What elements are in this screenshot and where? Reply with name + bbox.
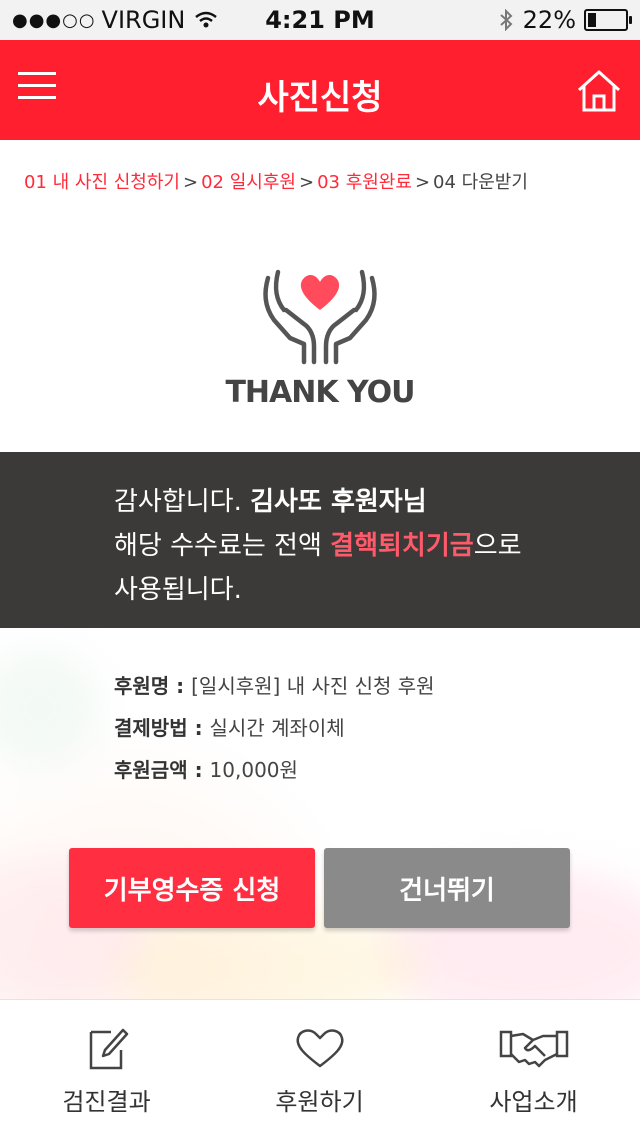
edit-document-icon xyxy=(89,1028,128,1070)
donation-amount-value: 10,000원 xyxy=(209,758,298,782)
bottom-tab-bar: 검진결과 후원하기 사업소개 xyxy=(0,999,640,1136)
message-line-3: 사용됩니다. xyxy=(114,575,242,605)
tab-label: 사업소개 xyxy=(489,1088,578,1116)
breadcrumb-step-1: 01 내 사진 신청하기 xyxy=(24,172,180,193)
donation-info: 후원명 : [일시후원] 내 사진 신청 후원 결제방법 : 실시간 계좌이체 … xyxy=(114,670,435,796)
status-bar: ●●●○○ VIRGIN 4:21 PM 22% xyxy=(0,0,640,40)
breadcrumb: 01 내 사진 신청하기 >02 일시후원 >03 후원완료 >04 다운받기 xyxy=(24,168,616,194)
skip-button[interactable]: 건너뛰기 xyxy=(324,848,570,928)
message-line-2: 해당 수수료는 전액 결핵퇴치기금으로 xyxy=(114,531,522,561)
breadcrumb-step-2: 02 일시후원 xyxy=(201,172,296,193)
hands-heart-icon xyxy=(263,269,377,365)
thank-you-text: THANK YOU xyxy=(225,375,415,410)
breadcrumb-step-4: 04 다운받기 xyxy=(433,172,528,193)
tab-donate[interactable]: 후원하기 xyxy=(213,1000,426,1136)
tab-label: 검진결과 xyxy=(62,1088,151,1116)
donation-name-row: 후원명 : [일시후원] 내 사진 신청 후원 xyxy=(114,674,435,698)
receipt-request-button[interactable]: 기부영수증 신청 xyxy=(69,848,315,928)
thank-you-message: 감사합니다. 김사또 후원자님 해당 수수료는 전액 결핵퇴치기금으로 사용됩니… xyxy=(0,452,640,628)
donation-name-value: [일시후원] 내 사진 신청 후원 xyxy=(191,674,435,698)
donation-amount-row: 후원금액 : 10,000원 xyxy=(114,758,298,782)
battery-icon xyxy=(584,9,632,31)
battery-percent: 22% xyxy=(522,6,576,34)
breadcrumb-step-3: 03 후원완료 xyxy=(317,172,412,193)
handshake-icon xyxy=(499,1030,568,1068)
donation-summary-section: 후원명 : [일시후원] 내 사진 신청 후원 결제방법 : 실시간 계좌이체 … xyxy=(0,628,640,1000)
page-title: 사진신청 xyxy=(257,78,383,118)
donor-name: 김사또 후원자님 xyxy=(250,487,427,517)
tab-label: 후원하기 xyxy=(275,1088,364,1116)
payment-method-row: 결제방법 : 실시간 계좌이체 xyxy=(114,716,345,740)
message-line-1: 감사합니다. 김사또 후원자님 xyxy=(114,487,427,517)
tab-checkup-results[interactable]: 검진결과 xyxy=(0,1000,213,1136)
breadcrumb-separator: > xyxy=(414,172,431,193)
bluetooth-icon xyxy=(499,9,513,31)
tab-business-intro[interactable]: 사업소개 xyxy=(427,1000,640,1136)
app-header: 사진신청 xyxy=(0,40,640,140)
breadcrumb-separator: > xyxy=(298,172,315,193)
fund-name: 결핵퇴치기금 xyxy=(330,531,474,561)
battery-area: 22% xyxy=(499,6,632,34)
home-icon[interactable] xyxy=(576,68,622,114)
heart-icon xyxy=(295,1029,344,1068)
breadcrumb-separator: > xyxy=(183,172,199,193)
payment-method-value: 실시간 계좌이체 xyxy=(209,716,345,740)
